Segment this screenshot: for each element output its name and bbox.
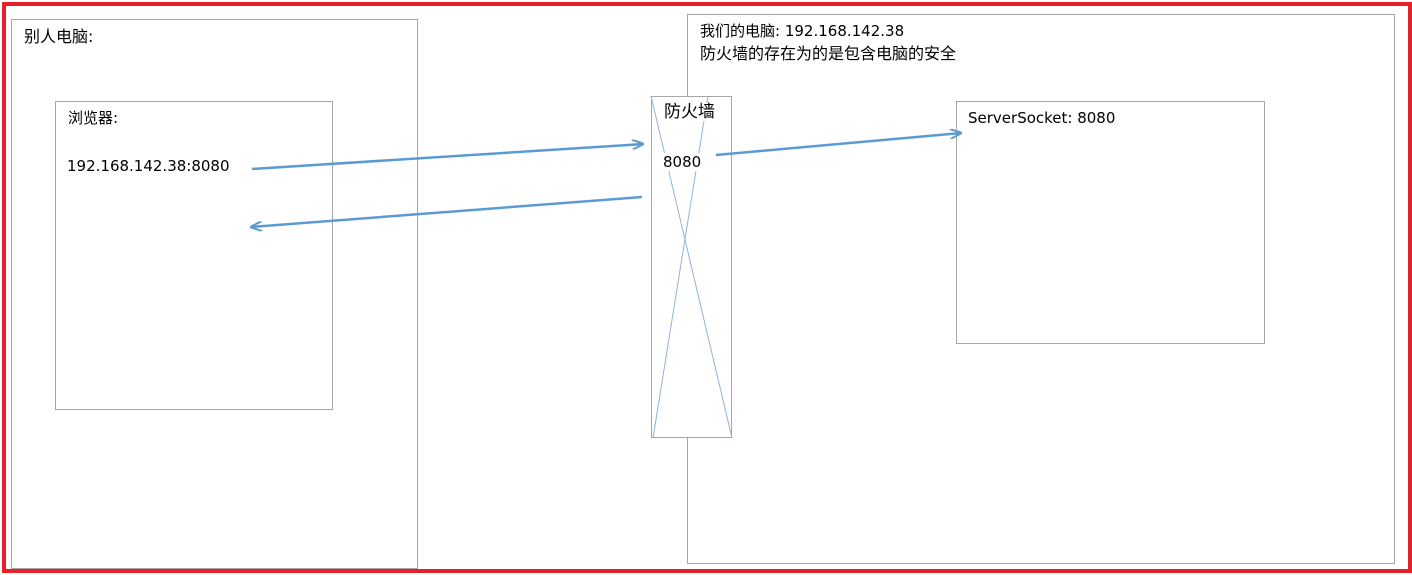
request-arrow — [251, 144, 643, 171]
forward-arrow — [715, 133, 961, 157]
firewall-port: 8080 — [663, 153, 702, 171]
firewall-title: 防火墙 — [664, 102, 715, 122]
response-arrow — [251, 195, 643, 227]
firewall-cross-line-1 — [650, 95, 733, 439]
firewall-cross-line-2 — [652, 95, 709, 439]
diagram-lines — [0, 95, 1412, 439]
